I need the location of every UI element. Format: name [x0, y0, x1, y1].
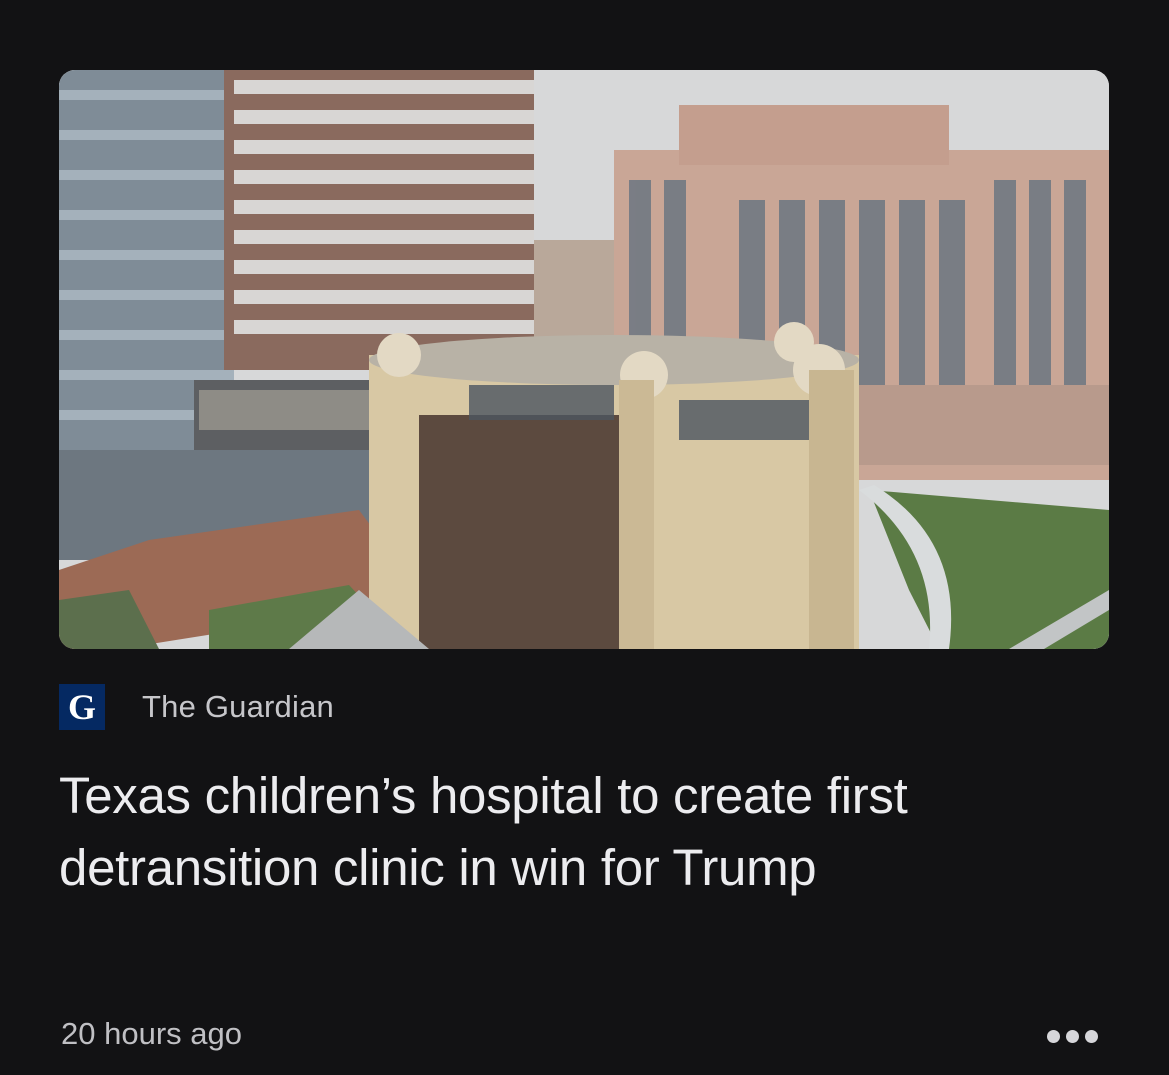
source-row[interactable]: G The Guardian: [59, 684, 334, 730]
news-card[interactable]: G The Guardian Texas children’s hospital…: [0, 0, 1169, 1075]
more-horizontal-icon-dot: [1084, 1029, 1098, 1043]
hospital-photo: [59, 70, 1109, 649]
more-horizontal-icon-dot: [1065, 1029, 1079, 1043]
article-headline[interactable]: Texas children’s hospital to create firs…: [59, 760, 1059, 904]
more-horizontal-icon: [1046, 1029, 1060, 1043]
article-timestamp: 20 hours ago: [61, 1016, 242, 1051]
article-image[interactable]: [59, 70, 1109, 649]
guardian-logo-icon: G: [59, 684, 105, 730]
source-name[interactable]: The Guardian: [142, 689, 334, 725]
more-options-button[interactable]: [1040, 1018, 1104, 1054]
